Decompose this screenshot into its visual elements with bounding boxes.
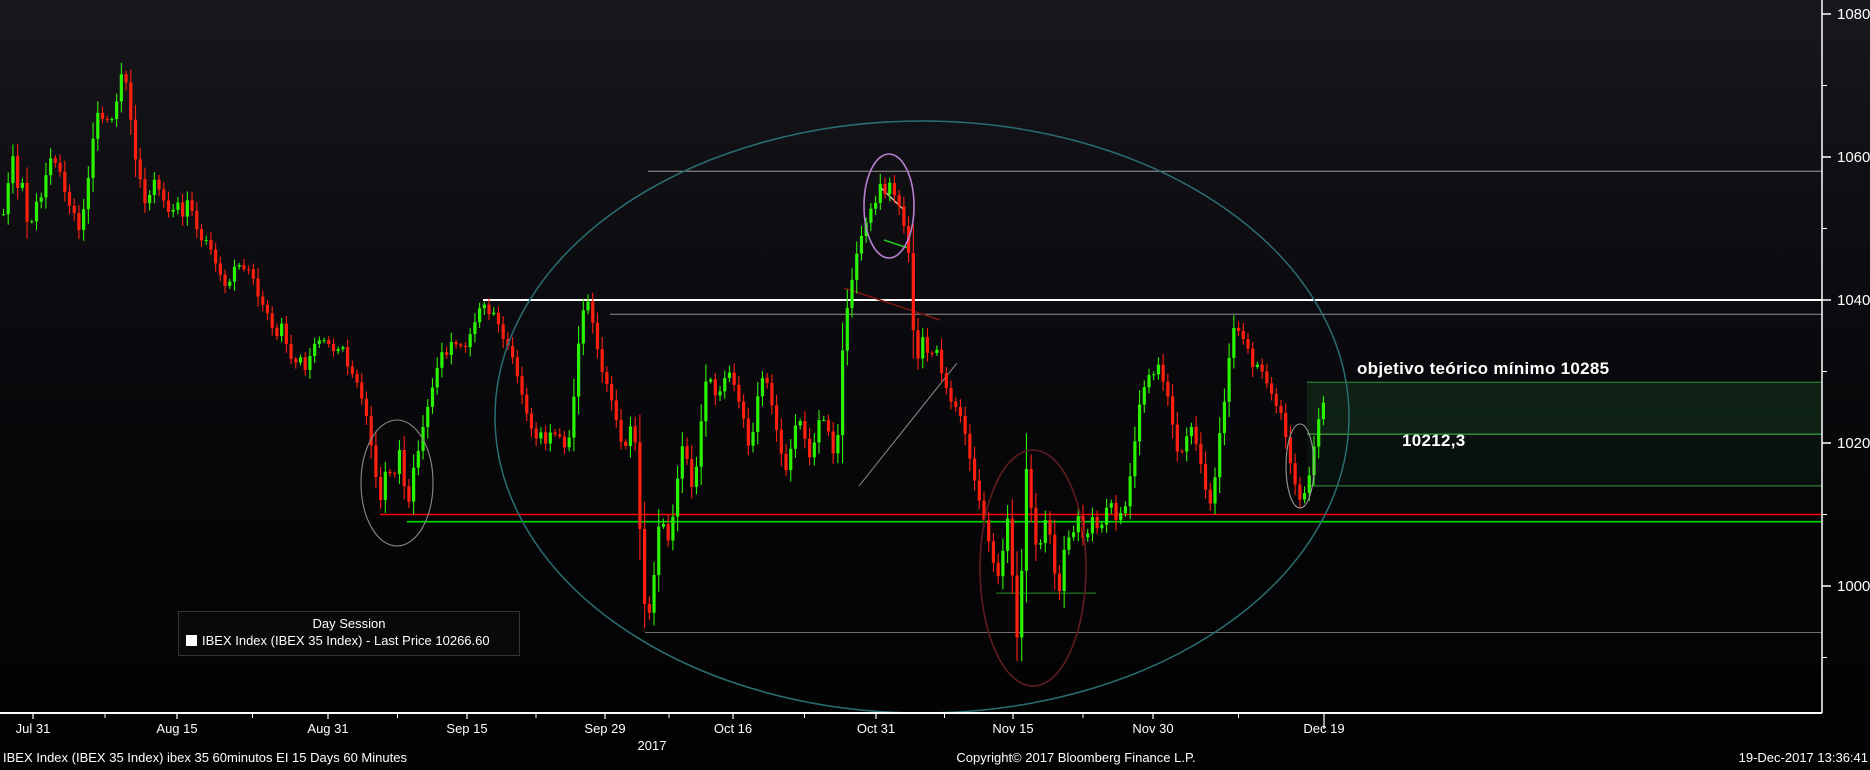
y-axis-label: 10200 (1837, 435, 1870, 452)
y-axis-label: 10800 (1837, 6, 1870, 23)
chart-legend[interactable]: Day Session IBEX Index (IBEX 35 Index) -… (178, 611, 520, 656)
price-level-annotation-label[interactable]: 10212,3 (1402, 431, 1466, 451)
x-axis-label: Dec 19 (1303, 721, 1344, 736)
y-axis-label: 10600 (1837, 149, 1870, 166)
low-ellipse-red[interactable] (980, 450, 1086, 686)
statusbar-timestamp: 19-Dec-2017 13:36:41 (1739, 750, 1868, 770)
x-axis-label: Sep 15 (446, 721, 487, 736)
legend-session-title: Day Session (179, 616, 519, 631)
x-axis-label: Aug 15 (156, 721, 197, 736)
downtrend-line-red[interactable] (844, 288, 940, 320)
uptrend-line-gray[interactable] (859, 363, 957, 486)
x-axis-label: Sep 29 (584, 721, 625, 736)
legend-series-label[interactable]: IBEX Index (IBEX 35 Index) - Last Price … (202, 633, 490, 648)
x-axis-label: Nov 30 (1132, 721, 1173, 736)
y-axis-label: 10400 (1837, 292, 1870, 309)
x-axis-year-label: 2017 (638, 738, 667, 753)
objective-annotation-label[interactable]: objetivo teórico mínimo 10285 (1357, 359, 1609, 379)
legend-series-swatch (186, 635, 197, 646)
target-zone-lower[interactable] (1307, 434, 1822, 486)
chart-window: 10800 10600 10400 10200 10000 objetivo teóri… (0, 0, 1870, 770)
target-zone-upper[interactable] (1307, 382, 1822, 434)
y-axis-label: 10000 (1837, 578, 1870, 595)
candlestick-series (2, 63, 1325, 662)
x-axis-label: Oct 31 (857, 721, 895, 736)
x-axis-label: Nov 15 (992, 721, 1033, 736)
statusbar-copyright: Copyright© 2017 Bloomberg Finance L.P. (956, 750, 1195, 770)
low-ellipse-gray-sep[interactable] (361, 420, 433, 546)
x-axis-label: Aug 31 (307, 721, 348, 736)
statusbar-security-description: IBEX Index (IBEX 35 Index) ibex 35 60min… (3, 750, 407, 770)
big-cycle-ellipse[interactable] (495, 121, 1349, 713)
x-axis-label: Oct 16 (714, 721, 752, 736)
x-axis-label: Jul 31 (16, 721, 51, 736)
